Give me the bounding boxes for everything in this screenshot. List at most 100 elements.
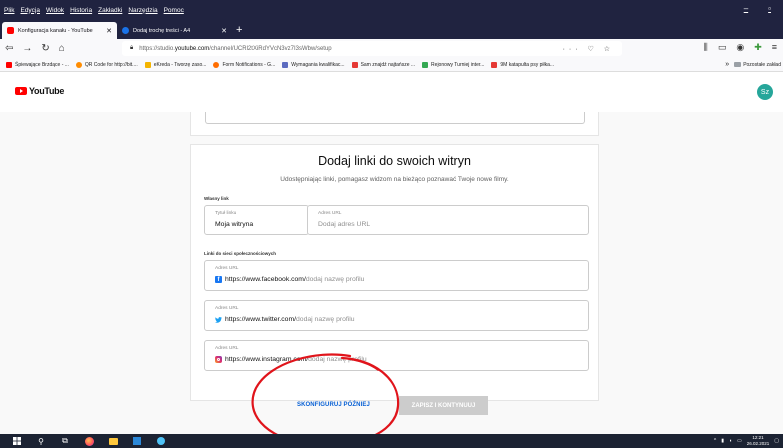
- bookmark-item[interactable]: Rejonowy Turniej inter...: [422, 61, 485, 68]
- minimize-icon[interactable]: –: [744, 4, 748, 13]
- home-icon[interactable]: ⌂: [59, 43, 65, 54]
- bookmark-label: QR Code for http://bit....: [84, 61, 138, 68]
- menu-help[interactable]: Pomoc: [164, 7, 184, 14]
- menu-bar: Plik Edycja Widok Historia Zakładki Narz…: [0, 0, 783, 20]
- chevron-up-icon[interactable]: ^: [714, 438, 716, 444]
- card-subtitle: Udostępniając linki, pomagasz widzom na …: [280, 176, 509, 183]
- bookmark-label: Rejonowy Turniej inter...: [431, 61, 485, 68]
- address-bar[interactable]: 🔒︎ https://studio. youtube.com/channel/UC…: [122, 41, 622, 56]
- other-bookmarks[interactable]: Pozostałe zakład: [743, 62, 781, 68]
- account-icon[interactable]: ◉: [736, 42, 744, 53]
- task-view-icon[interactable]: ⧉: [60, 436, 70, 446]
- bookmarks-bar: Śpiewające Brzdące - ... QR Code for htt…: [0, 58, 783, 72]
- bookmark-item[interactable]: 9M katapulta psy piłka...: [491, 61, 554, 68]
- menu-icon[interactable]: ≡: [772, 42, 777, 53]
- avatar[interactable]: Sz: [757, 84, 773, 100]
- facebook-icon: f: [215, 276, 222, 283]
- clock-date: 26.02.2021: [746, 440, 770, 446]
- tab-youtube-setup[interactable]: Konfiguracja kanału - YouTube ✕: [2, 22, 117, 39]
- clock[interactable]: 12:21 26.02.2021: [747, 435, 770, 446]
- close-tab-icon[interactable]: ✕: [106, 27, 112, 35]
- notifications-icon[interactable]: ▢: [774, 438, 779, 444]
- youtube-play-icon: [15, 87, 27, 95]
- app-icon[interactable]: [156, 436, 166, 446]
- store-icon[interactable]: [132, 436, 142, 446]
- firefox-icon[interactable]: [84, 436, 94, 446]
- url-prefix: https://www.twitter.com/: [225, 316, 297, 323]
- tab-title: Dodaj trochę treści - A4: [133, 27, 191, 34]
- back-icon[interactable]: ⇦: [5, 43, 13, 54]
- bookmark-item[interactable]: eKreda - Tworzę zaso...: [144, 61, 206, 68]
- file-explorer-icon[interactable]: [108, 436, 118, 446]
- bookmark-item[interactable]: QR Code for http://bit....: [75, 61, 138, 68]
- page-actions[interactable]: ··· ♡ ☆: [563, 45, 614, 53]
- previous-card: [190, 112, 599, 136]
- menu-bookmarks[interactable]: Zakładki: [98, 7, 122, 14]
- field-value: https://www.instagram.com/dodaj nazwę pr…: [215, 356, 367, 363]
- field-value: Moja witryna: [215, 221, 254, 228]
- extension-icon[interactable]: ✚: [754, 42, 762, 53]
- system-tray: ^ ▮ ◖ ▭ 12:21 26.02.2021 ▢: [714, 435, 779, 446]
- social-links-label: Linki do sieci społecznościowych: [204, 251, 277, 256]
- bookmark-label: Form Notifications - G...: [222, 61, 276, 68]
- bookmark-icon: [422, 61, 429, 68]
- twitter-url-field[interactable]: Adres URL https://www.twitter.com/dodaj …: [204, 300, 589, 331]
- bookmark-label: Sam znajdź najtańsze ...: [360, 61, 416, 68]
- menu-file[interactable]: Plik: [4, 7, 14, 14]
- url-placeholder: dodaj nazwę profilu: [308, 356, 367, 363]
- restore-icon[interactable]: ▫: [768, 4, 771, 13]
- forward-icon[interactable]: →: [22, 43, 32, 54]
- links-card: Dodaj linki do swoich witryn Udostępniaj…: [190, 144, 599, 401]
- search-icon[interactable]: ⚲: [36, 436, 46, 446]
- bookmark-icon: [6, 61, 12, 68]
- volume-icon[interactable]: ◖: [729, 438, 732, 444]
- field-label: Adres URL: [215, 346, 239, 351]
- url-placeholder: dodaj nazwę profilu: [296, 316, 355, 323]
- url-domain: youtube.com: [174, 45, 210, 52]
- youtube-header: YouTube: [0, 72, 783, 112]
- navigation-bar: ⇦ → ↻ ⌂ 🔒︎ https://studio. youtube.com/ch…: [0, 39, 783, 58]
- bookmark-icon: [351, 61, 358, 68]
- tab-title: Konfiguracja kanału - YouTube: [18, 27, 93, 34]
- library-icon[interactable]: ⫼: [704, 42, 708, 53]
- bookmark-item[interactable]: Sam znajdź najtańsze ...: [351, 61, 416, 68]
- url-placeholder: dodaj nazwę profilu: [305, 276, 365, 283]
- url-prefix: https://www.facebook.com/: [225, 276, 306, 283]
- sidebar-icon[interactable]: ▭: [718, 42, 727, 53]
- keyboard-icon[interactable]: ▭: [737, 438, 742, 444]
- configure-later-button[interactable]: SKONFIGURUJ PÓŹNIEJ: [297, 402, 370, 408]
- reload-icon[interactable]: ↻: [41, 43, 49, 54]
- save-continue-button[interactable]: ZAPISZ I KONTYNUUJ: [399, 396, 488, 415]
- setup-page: Dodaj linki do swoich witryn Udostępniaj…: [0, 112, 783, 434]
- instagram-url-field[interactable]: Adres URL https://www.instagram.com/doda…: [204, 340, 589, 371]
- chevron-more-icon[interactable]: »: [725, 61, 729, 68]
- previous-field[interactable]: [205, 112, 585, 124]
- menu-history[interactable]: Historia: [70, 7, 92, 14]
- tab-a4[interactable]: Dodaj trochę treści - A4 ✕: [117, 22, 232, 39]
- bookmark-icon: [144, 61, 151, 68]
- link-url-field[interactable]: Adres URL Dodaj adres URL: [307, 205, 589, 235]
- bookmark-item[interactable]: Form Notifications - G...: [213, 61, 276, 68]
- bookmark-label: Śpiewające Brzdące - ...: [15, 61, 69, 68]
- menu-tools[interactable]: Narzędzia: [128, 7, 157, 14]
- field-value: f https://www.facebook.com/dodaj nazwę p…: [215, 276, 364, 283]
- menu-edit[interactable]: Edycja: [20, 7, 40, 14]
- url-prefix: https://www.instagram.com/: [225, 356, 309, 363]
- card-title: Dodaj linki do swoich witryn: [318, 154, 471, 168]
- bookmark-item[interactable]: Wymagania kwalifikac...: [282, 61, 345, 68]
- own-link-label: Własny link: [204, 196, 229, 201]
- link-title-field[interactable]: Tytuł linku Moja witryna: [204, 205, 309, 235]
- network-icon[interactable]: ▮: [721, 438, 724, 444]
- new-tab-button[interactable]: +: [236, 22, 242, 39]
- field-label: Adres URL: [318, 211, 342, 216]
- bookmarks-overflow: » Pozostałe zakład: [721, 61, 781, 68]
- screen: Plik Edycja Widok Historia Zakładki Narz…: [0, 0, 783, 448]
- bookmark-item[interactable]: Śpiewające Brzdące - ...: [6, 61, 69, 68]
- youtube-logo[interactable]: YouTube: [15, 86, 64, 96]
- bookmark-icon: [282, 61, 289, 68]
- bookmark-label: Wymagania kwalifikac...: [291, 61, 345, 68]
- menu-view[interactable]: Widok: [46, 7, 64, 14]
- facebook-url-field[interactable]: Adres URL f https://www.facebook.com/dod…: [204, 260, 589, 291]
- close-tab-icon[interactable]: ✕: [221, 27, 227, 35]
- windows-start-icon[interactable]: [12, 436, 22, 446]
